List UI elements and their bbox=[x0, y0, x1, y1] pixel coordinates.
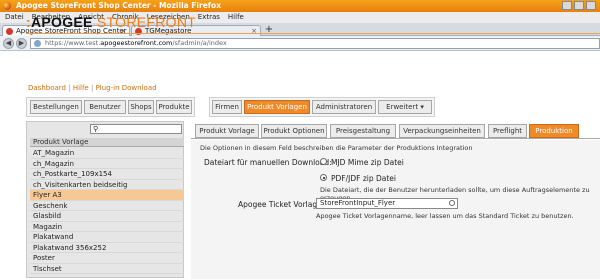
url-domain: apogeestorefront.com bbox=[100, 39, 173, 47]
list-item[interactable]: Poster bbox=[30, 253, 184, 264]
list-item-selected[interactable]: Flyer A3 bbox=[30, 190, 184, 201]
nav-shops[interactable]: Shops bbox=[128, 100, 154, 114]
minimize-icon[interactable] bbox=[562, 1, 572, 10]
link-hilfe[interactable]: Hilfe bbox=[73, 84, 89, 92]
window-title: Apogee StoreFront Shop Center - Mozilla … bbox=[16, 1, 222, 10]
close-tab-icon[interactable]: × bbox=[251, 26, 257, 36]
window-titlebar: Apogee StoreFront Shop Center - Mozilla … bbox=[0, 0, 600, 12]
list-item[interactable]: ch_Magazin bbox=[30, 159, 184, 169]
header-divider bbox=[26, 33, 600, 34]
close-window-icon[interactable] bbox=[586, 1, 596, 10]
list-header: Produkt Vorlage bbox=[30, 138, 184, 147]
menu-hilfe[interactable]: Hilfe bbox=[228, 12, 244, 23]
tab-preisgestaltung[interactable]: Preisgestaltung bbox=[330, 124, 396, 138]
list-item[interactable]: ch_Postkarte_109x154 bbox=[30, 169, 184, 180]
link-dashboard[interactable]: Dashboard bbox=[28, 84, 66, 92]
url-prefix: https://www.test. bbox=[45, 39, 101, 47]
nav-administratoren[interactable]: Administratoren bbox=[312, 100, 376, 114]
window-controls bbox=[562, 1, 596, 10]
nav-erweitert-dropdown[interactable]: Erweitert ▾ bbox=[378, 100, 432, 114]
nav-produkt-vorlagen[interactable]: Produkt Vorlagen bbox=[244, 100, 310, 114]
nav-bestellungen[interactable]: Bestellungen bbox=[30, 100, 82, 114]
list-item[interactable]: Geschenk bbox=[30, 201, 184, 211]
top-links: Dashboard | Hilfe | Plug-in Download bbox=[28, 84, 157, 92]
apogee-favicon-icon bbox=[6, 28, 13, 35]
list-item[interactable]: Glasbild bbox=[30, 211, 184, 222]
tab-produkt-optionen[interactable]: Produkt Optionen bbox=[261, 124, 327, 138]
tab-underline bbox=[191, 138, 600, 139]
menu-extras[interactable]: Extras bbox=[198, 12, 220, 23]
nav-produkte[interactable]: Produkte bbox=[156, 100, 192, 114]
firefox-icon bbox=[3, 2, 11, 10]
site-identity-icon[interactable] bbox=[34, 40, 41, 47]
list-item[interactable]: Plakatwand 356x252 bbox=[30, 243, 184, 253]
address-bar[interactable]: https://www.test.apogeestorefront.com/sf… bbox=[30, 38, 600, 49]
tab-produktion[interactable]: Produktion bbox=[529, 124, 579, 138]
radio-mjd-mime-zip[interactable] bbox=[320, 158, 327, 165]
option-mjd-mime-zip-label[interactable]: MJD Mime zip Datei bbox=[331, 158, 404, 167]
ticket-template-value: StoreFrontInput_Flyer bbox=[320, 199, 396, 207]
nav-firmen[interactable]: Firmen bbox=[212, 100, 242, 114]
back-icon[interactable]: ◀ bbox=[3, 38, 14, 49]
radio-pdf-jdf-zip[interactable] bbox=[320, 174, 327, 181]
ticket-template-label: Apogee Ticket Vorlage: bbox=[238, 200, 325, 209]
tab-produkt-vorlage[interactable]: Produkt Vorlage bbox=[195, 124, 259, 138]
link-plugin-download[interactable]: Plug-in Download bbox=[96, 84, 157, 92]
ticket-template-help: Apogee Ticket Vorlagenname, leer lassen … bbox=[316, 212, 574, 220]
menu-datei[interactable]: Datei bbox=[5, 12, 24, 23]
production-intro: Die Optionen in diesem Feld beschreiben … bbox=[200, 144, 473, 152]
navigation-bar: ◀ ▶ https://www.test.apogeestorefront.co… bbox=[0, 36, 600, 51]
tab-verpackungseinheiten[interactable]: Verpackungseinheiten bbox=[399, 124, 485, 138]
clear-field-icon[interactable] bbox=[449, 200, 455, 206]
forward-icon[interactable]: ▶ bbox=[16, 38, 27, 49]
option-pdf-jdf-zip-label[interactable]: PDF/JDF zip Datei bbox=[331, 174, 396, 183]
maximize-icon[interactable] bbox=[574, 1, 584, 10]
product-template-list: AT_Magazin ch_Magazin ch_Postkarte_109x1… bbox=[30, 148, 184, 274]
tab-preflight[interactable]: Preflight bbox=[488, 124, 527, 138]
new-tab-icon[interactable]: + bbox=[262, 25, 276, 36]
url-path: /sfadmin/a/index bbox=[172, 39, 227, 47]
list-item[interactable]: ch_Visitenkarten beidseitig bbox=[30, 180, 184, 190]
list-item[interactable]: Plakatwand bbox=[30, 232, 184, 243]
list-item[interactable]: Magazin bbox=[30, 222, 184, 232]
download-type-label: Dateiart für manuellen Download: bbox=[204, 158, 332, 167]
search-input[interactable]: ⚲ bbox=[90, 124, 182, 134]
list-item[interactable]: AT_Magazin bbox=[30, 148, 184, 159]
nav-benutzer[interactable]: Benutzer bbox=[84, 100, 126, 114]
ticket-template-input[interactable]: StoreFrontInput_Flyer bbox=[316, 198, 458, 209]
list-item[interactable]: Tischset bbox=[30, 264, 184, 274]
search-icon: ⚲ bbox=[93, 125, 99, 133]
apogee-storefront-logo: :APOGEE STOREFRONT bbox=[26, 14, 197, 30]
